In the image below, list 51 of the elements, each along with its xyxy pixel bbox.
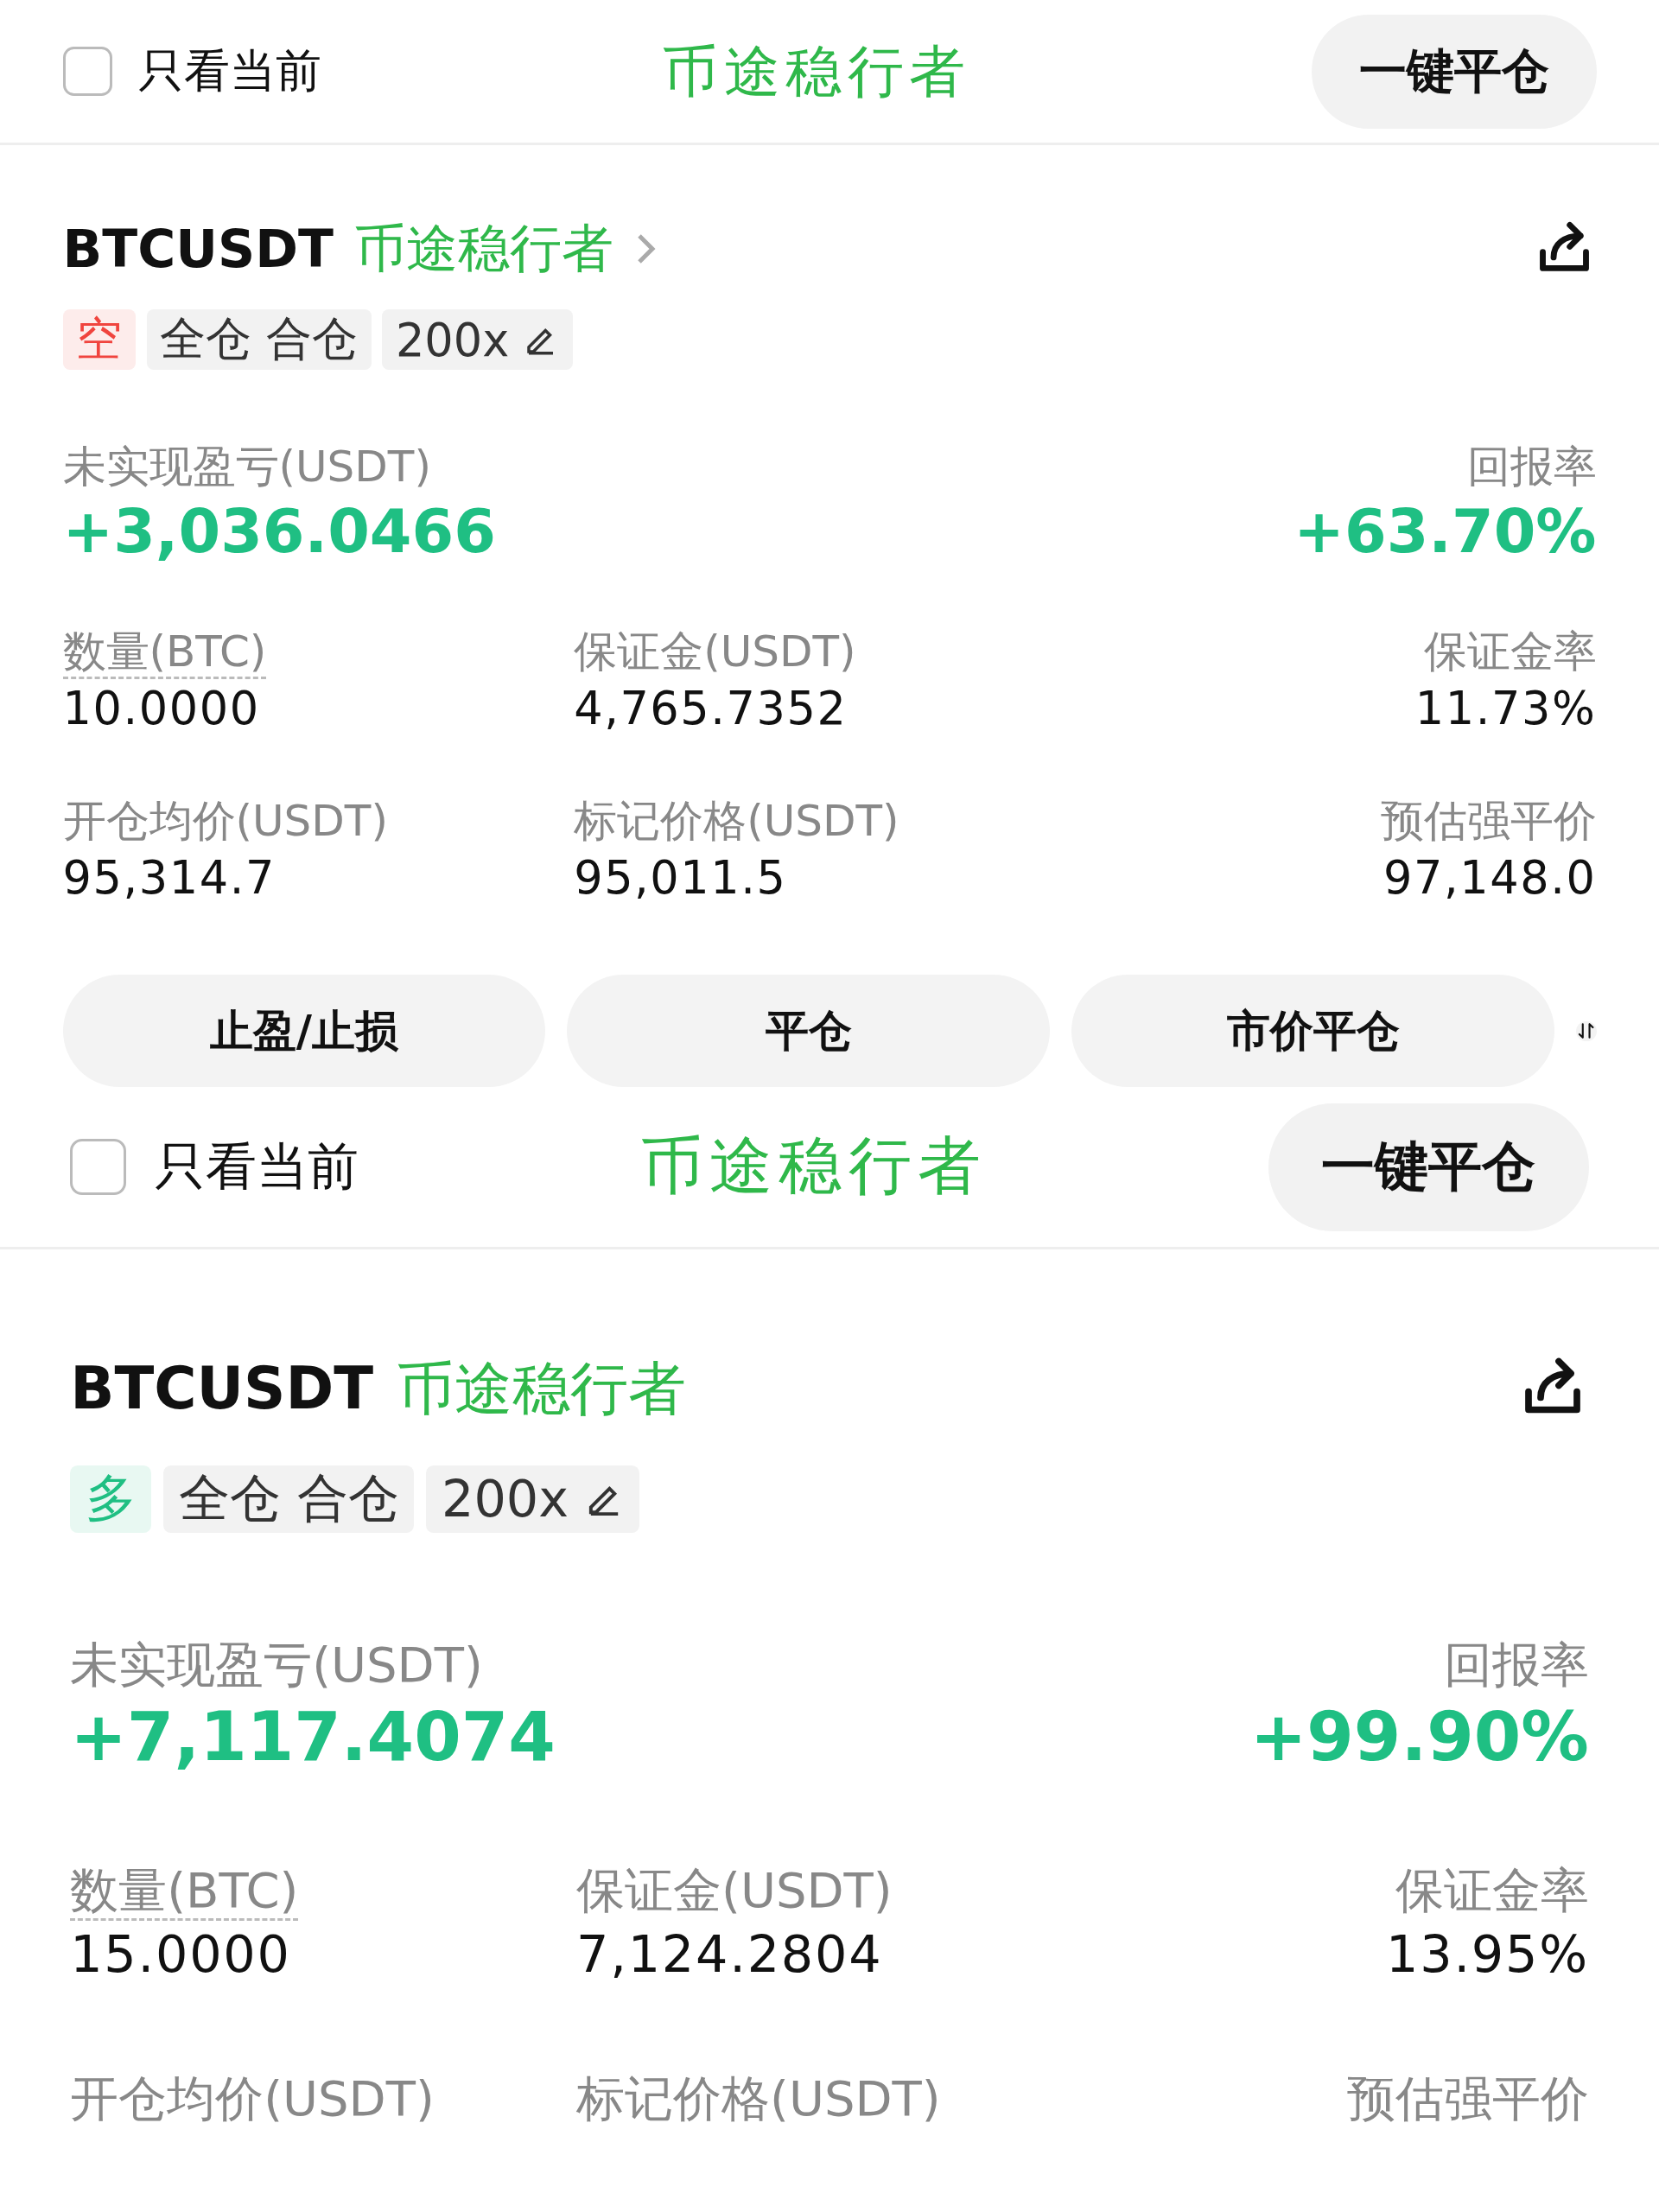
leverage-tag[interactable]: 200x xyxy=(382,309,573,370)
field-label: 保证金(USDT) xyxy=(576,1862,893,1919)
pnl-label: 未实现盈亏(USDT) xyxy=(70,1635,484,1694)
close-all-button[interactable]: 一键平仓 xyxy=(1311,14,1597,129)
symbol-name: BTCUSDT xyxy=(70,1355,374,1423)
field-value: 95,011.5 xyxy=(574,849,788,906)
margin-mode-tag: 全仓 合仓 xyxy=(163,1465,415,1534)
pnl-value: +7,117.4074 xyxy=(70,1696,556,1778)
overlay-caption: 币途稳行者 xyxy=(396,1353,686,1424)
action-button[interactable]: 平仓 xyxy=(567,975,1051,1088)
overlay-caption: 币途稳行者 xyxy=(661,37,972,105)
checkbox[interactable] xyxy=(62,46,112,97)
field-label: 保证金率 xyxy=(1395,1862,1589,1919)
pnl-value: +3,036.0466 xyxy=(62,495,496,568)
field-value: 11.73% xyxy=(1414,681,1597,736)
pnl-label: 未实现盈亏(USDT) xyxy=(62,441,432,493)
side-tag: 多 xyxy=(70,1465,152,1534)
roe-value: +63.70% xyxy=(1294,495,1597,568)
field-value: 4,765.7352 xyxy=(574,681,849,736)
filter-label: 只看当前 xyxy=(138,42,321,99)
roe-label: 回报率 xyxy=(1465,441,1597,493)
field-value: 10.0000 xyxy=(62,681,261,736)
roe-value: +99.90% xyxy=(1249,1696,1589,1778)
overlay-caption: 币途稳行者 xyxy=(353,216,613,280)
overlay-caption: 币途稳行者 xyxy=(639,1128,988,1205)
leverage-tag[interactable]: 200x xyxy=(426,1465,640,1534)
field-label: 标记价格(USDT) xyxy=(574,795,899,846)
field-label: 保证金率 xyxy=(1423,626,1597,677)
field-value: 7,124.2804 xyxy=(576,1923,884,1986)
action-button[interactable]: 市价平仓 xyxy=(1071,975,1555,1088)
field-label: 预估强平价 xyxy=(1380,795,1597,846)
field-label: 数量(BTC) xyxy=(70,1862,299,1922)
field-label: 开仓均价(USDT) xyxy=(70,2070,435,2127)
field-label: 标记价格(USDT) xyxy=(576,2070,941,2127)
side-tag: 空 xyxy=(62,309,136,370)
close-all-button[interactable]: 一键平仓 xyxy=(1268,1103,1589,1231)
checkbox[interactable] xyxy=(70,1139,126,1195)
margin-mode-tag: 全仓 合仓 xyxy=(146,309,372,370)
filter-label: 只看当前 xyxy=(155,1135,359,1198)
field-label: 保证金(USDT) xyxy=(574,626,856,677)
field-label: 开仓均价(USDT) xyxy=(62,795,388,846)
field-value: 13.95% xyxy=(1385,1923,1589,1986)
sort-button[interactable] xyxy=(1576,1020,1597,1041)
field-label: 数量(BTC) xyxy=(62,626,267,679)
field-value: 95,314.7 xyxy=(62,849,276,906)
symbol-name: BTCUSDT xyxy=(62,219,334,279)
field-label: 预估强平价 xyxy=(1346,2070,1589,2127)
field-value: 97,148.0 xyxy=(1382,849,1597,906)
action-button[interactable]: 止盈/止损 xyxy=(62,975,546,1088)
field-value: 15.0000 xyxy=(70,1923,292,1986)
roe-label: 回报率 xyxy=(1442,1635,1589,1694)
